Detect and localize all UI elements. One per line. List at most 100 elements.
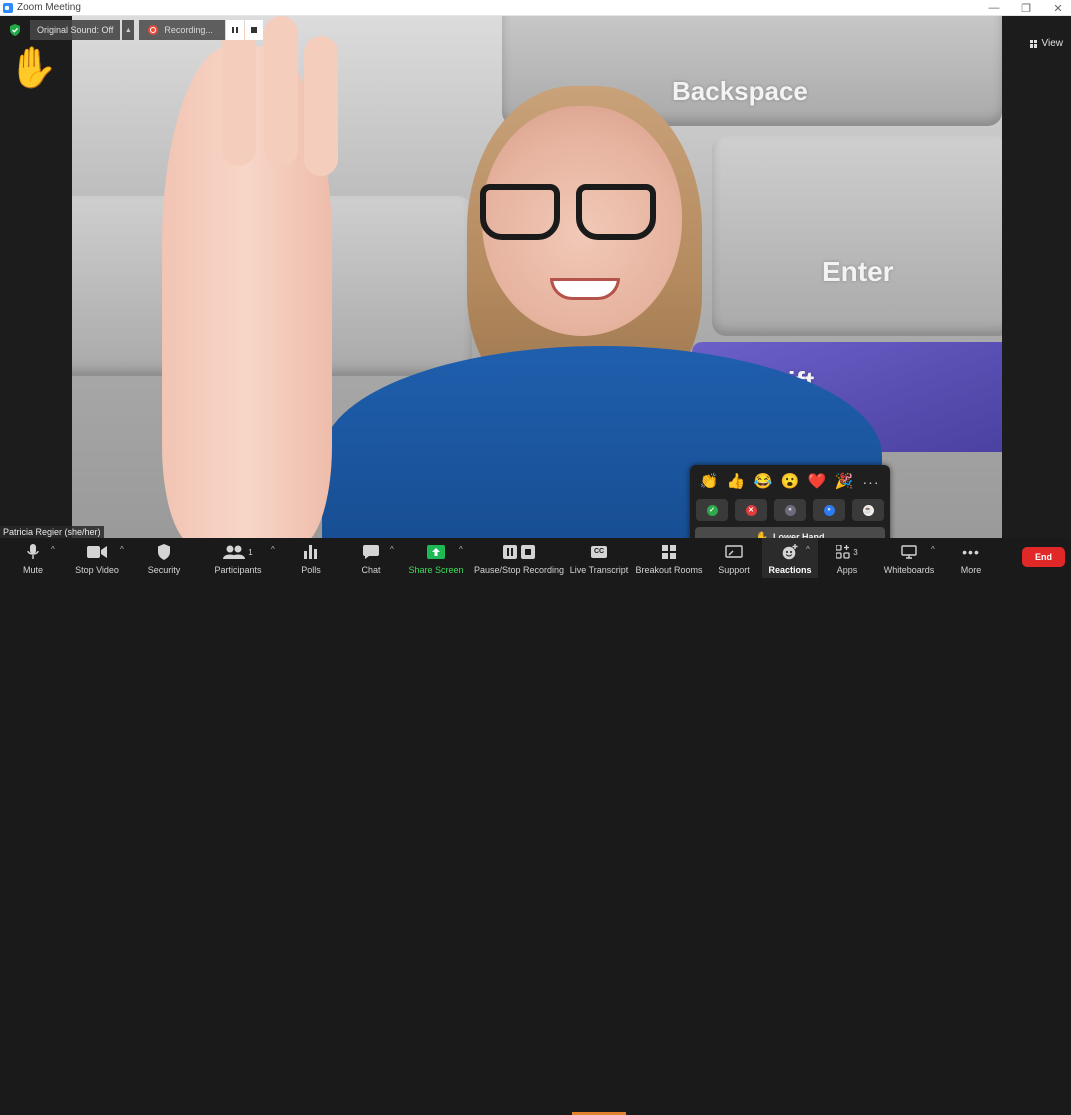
recording-label: Recording... <box>164 25 213 35</box>
pause-icon <box>503 545 517 559</box>
hand-finger <box>304 36 338 176</box>
audio-options-caret[interactable]: ^ <box>51 545 55 554</box>
live-transcript-button[interactable]: CC Live Transcript <box>570 538 628 578</box>
reactions-button[interactable]: Reactions <box>762 538 818 578</box>
live-transcript-label: Live Transcript <box>569 565 629 575</box>
security-shield-icon <box>8 23 22 37</box>
more-dots-icon: ••• <box>962 544 980 560</box>
window-controls: — ❐ ✕ <box>987 0 1065 16</box>
meeting-toolbar: Mute ^ Stop Video ^ Security 1 Participa… <box>0 538 1071 1115</box>
participants-options-caret[interactable]: ^ <box>271 545 275 554</box>
meeting-top-controls: Original Sound: Off ▲ Recording... <box>0 20 264 40</box>
share-screen-label: Share Screen <box>408 565 464 575</box>
thumbs-up-emoji-button[interactable]: 👍 <box>725 471 747 493</box>
fast-forward-icon: » <box>823 504 835 516</box>
chat-label: Chat <box>361 565 381 575</box>
original-sound-menu-caret[interactable]: ▲ <box>122 20 135 40</box>
shield-icon <box>157 543 171 561</box>
video-options-caret[interactable]: ^ <box>120 545 124 554</box>
restore-icon[interactable]: ❐ <box>1019 2 1033 15</box>
participants-button[interactable]: 1 Participants <box>212 538 264 578</box>
chat-options-caret[interactable]: ^ <box>390 545 394 554</box>
participants-count: 1 <box>248 547 253 557</box>
speed-up-button[interactable]: » <box>813 499 845 521</box>
recording-indicator: Recording... <box>139 20 226 40</box>
clap-emoji-button[interactable]: 👏 <box>698 471 720 493</box>
stop-video-label: Stop Video <box>75 565 119 575</box>
glasses-left-lens <box>480 184 560 240</box>
view-button[interactable]: View <box>1029 38 1063 49</box>
apps-button[interactable]: 3 Apps <box>830 538 864 578</box>
mute-button[interactable]: Mute <box>14 538 52 578</box>
heart-emoji-button[interactable]: ❤️ <box>806 471 828 493</box>
chat-button[interactable]: Chat <box>356 538 386 578</box>
polls-label: Polls <box>301 565 321 575</box>
laughing-emoji-button[interactable]: 😂 <box>752 471 774 493</box>
close-icon[interactable]: ✕ <box>1051 2 1065 15</box>
reactions-label: Reactions <box>768 565 812 575</box>
support-icon <box>725 543 743 561</box>
enter-key <box>712 136 1002 336</box>
stop-recording-button[interactable] <box>245 20 264 40</box>
surprised-emoji-button[interactable]: 😮 <box>779 471 801 493</box>
raised-hand-indicator: ✋ <box>8 46 58 90</box>
reactions-options-caret[interactable]: ^ <box>806 545 810 554</box>
apps-label: Apps <box>836 565 858 575</box>
apps-count: 3 <box>853 547 858 557</box>
microphone-icon <box>26 543 40 561</box>
person-smile <box>550 278 620 300</box>
share-screen-button[interactable]: Share Screen <box>408 538 464 578</box>
recording-dot-icon <box>148 25 159 35</box>
reactions-smiley-icon <box>782 543 798 561</box>
stop-video-button[interactable]: Stop Video <box>74 538 120 578</box>
hand-finger <box>222 26 256 166</box>
original-sound-toggle[interactable]: Original Sound: Off <box>30 20 121 40</box>
whiteboard-icon <box>901 543 917 561</box>
more-emojis-button[interactable]: ··· <box>860 471 882 493</box>
apps-icon: 3 <box>836 543 858 561</box>
security-button[interactable]: Security <box>145 538 183 578</box>
pause-recording-button[interactable] <box>226 20 245 40</box>
whiteboards-button[interactable]: Whiteboards <box>884 538 934 578</box>
rewind-icon: « <box>784 504 796 516</box>
security-label: Security <box>147 565 181 575</box>
nonverbal-feedback-row: ✓ ✕ « » ☕ <box>690 493 890 521</box>
chat-bubble-icon <box>363 543 379 561</box>
pause-icon <box>232 27 239 33</box>
closed-caption-icon: CC <box>591 543 607 561</box>
whiteboards-label: Whiteboards <box>883 565 935 575</box>
end-meeting-button[interactable]: End <box>1022 547 1065 567</box>
coffee-icon: ☕ <box>862 504 874 516</box>
coffee-break-button[interactable]: ☕ <box>852 499 884 521</box>
share-options-caret[interactable]: ^ <box>459 545 463 554</box>
mute-label: Mute <box>22 565 43 575</box>
check-icon: ✓ <box>706 504 718 516</box>
participants-icon: 1 <box>223 543 253 561</box>
participant-video: Backspace Enter Shift <box>72 16 1002 538</box>
yes-button[interactable]: ✓ <box>696 499 728 521</box>
polls-button[interactable]: Polls <box>296 538 326 578</box>
pause-stop-recording-button[interactable]: Pause/Stop Recording <box>473 538 565 578</box>
stop-icon <box>521 545 535 559</box>
share-screen-icon <box>427 543 445 561</box>
participant-name-tag: Patricia Regier (she/her) <box>0 526 104 538</box>
window-titlebar: Zoom Meeting — ❐ ✕ <box>0 0 1071 16</box>
pause-stop-recording-label: Pause/Stop Recording <box>473 565 565 575</box>
video-camera-icon <box>87 543 107 561</box>
no-button[interactable]: ✕ <box>735 499 767 521</box>
backspace-key-label: Backspace <box>672 76 808 106</box>
more-button[interactable]: ••• More <box>956 538 986 578</box>
glasses-right-lens <box>576 184 656 240</box>
whiteboards-options-caret[interactable]: ^ <box>931 545 935 554</box>
stop-icon <box>251 27 258 33</box>
zoom-app-icon <box>3 2 13 13</box>
hand-finger <box>264 16 298 166</box>
polls-icon <box>304 543 318 561</box>
meeting-stage: Backspace Enter Shift ✋ Patricia Regier … <box>0 16 1071 553</box>
support-button[interactable]: Support <box>716 538 752 578</box>
party-emoji-button[interactable]: 🎉 <box>833 471 855 493</box>
slow-down-button[interactable]: « <box>774 499 806 521</box>
minimize-icon[interactable]: — <box>987 2 1001 14</box>
breakout-rooms-button[interactable]: Breakout Rooms <box>635 538 703 578</box>
breakout-rooms-label: Breakout Rooms <box>635 565 703 575</box>
